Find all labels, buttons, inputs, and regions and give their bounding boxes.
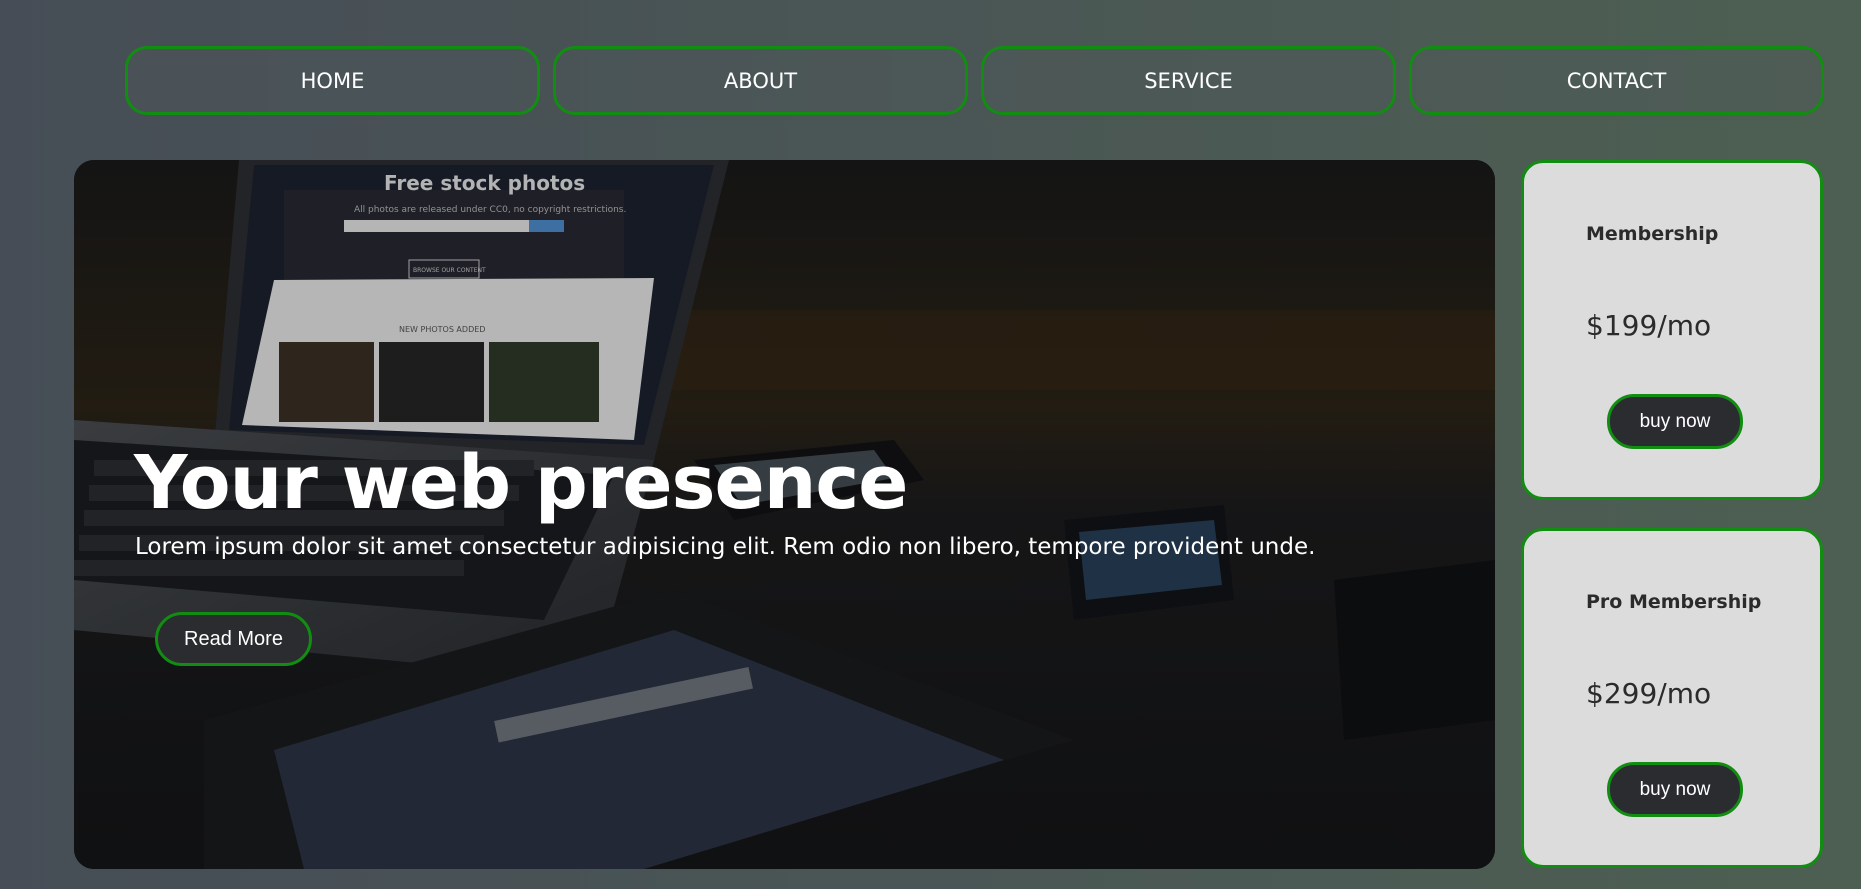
pro-membership-card: Pro Membership $299/mo buy now [1521,528,1823,868]
hero-title: Your web presence [134,440,908,526]
buy-now-button[interactable]: buy now [1607,762,1743,817]
hero-banner: Free stock photos All photos are release… [74,160,1495,869]
card-price: $299/mo [1586,677,1712,710]
card-title: Pro Membership [1586,591,1762,613]
read-more-button[interactable]: Read More [155,612,312,666]
nav-home-button[interactable]: HOME [125,46,540,115]
nav-service-button[interactable]: SERVICE [981,46,1396,115]
nav-about-button[interactable]: ABOUT [553,46,968,115]
nav-contact-button[interactable]: CONTACT [1409,46,1824,115]
card-title: Membership [1586,223,1719,245]
hero-description: Lorem ipsum dolor sit amet consectetur a… [135,534,1316,560]
membership-card: Membership $199/mo buy now [1521,160,1823,500]
buy-now-button[interactable]: buy now [1607,394,1743,449]
main-nav: HOME ABOUT SERVICE CONTACT [125,46,1824,115]
card-price: $199/mo [1586,309,1712,342]
